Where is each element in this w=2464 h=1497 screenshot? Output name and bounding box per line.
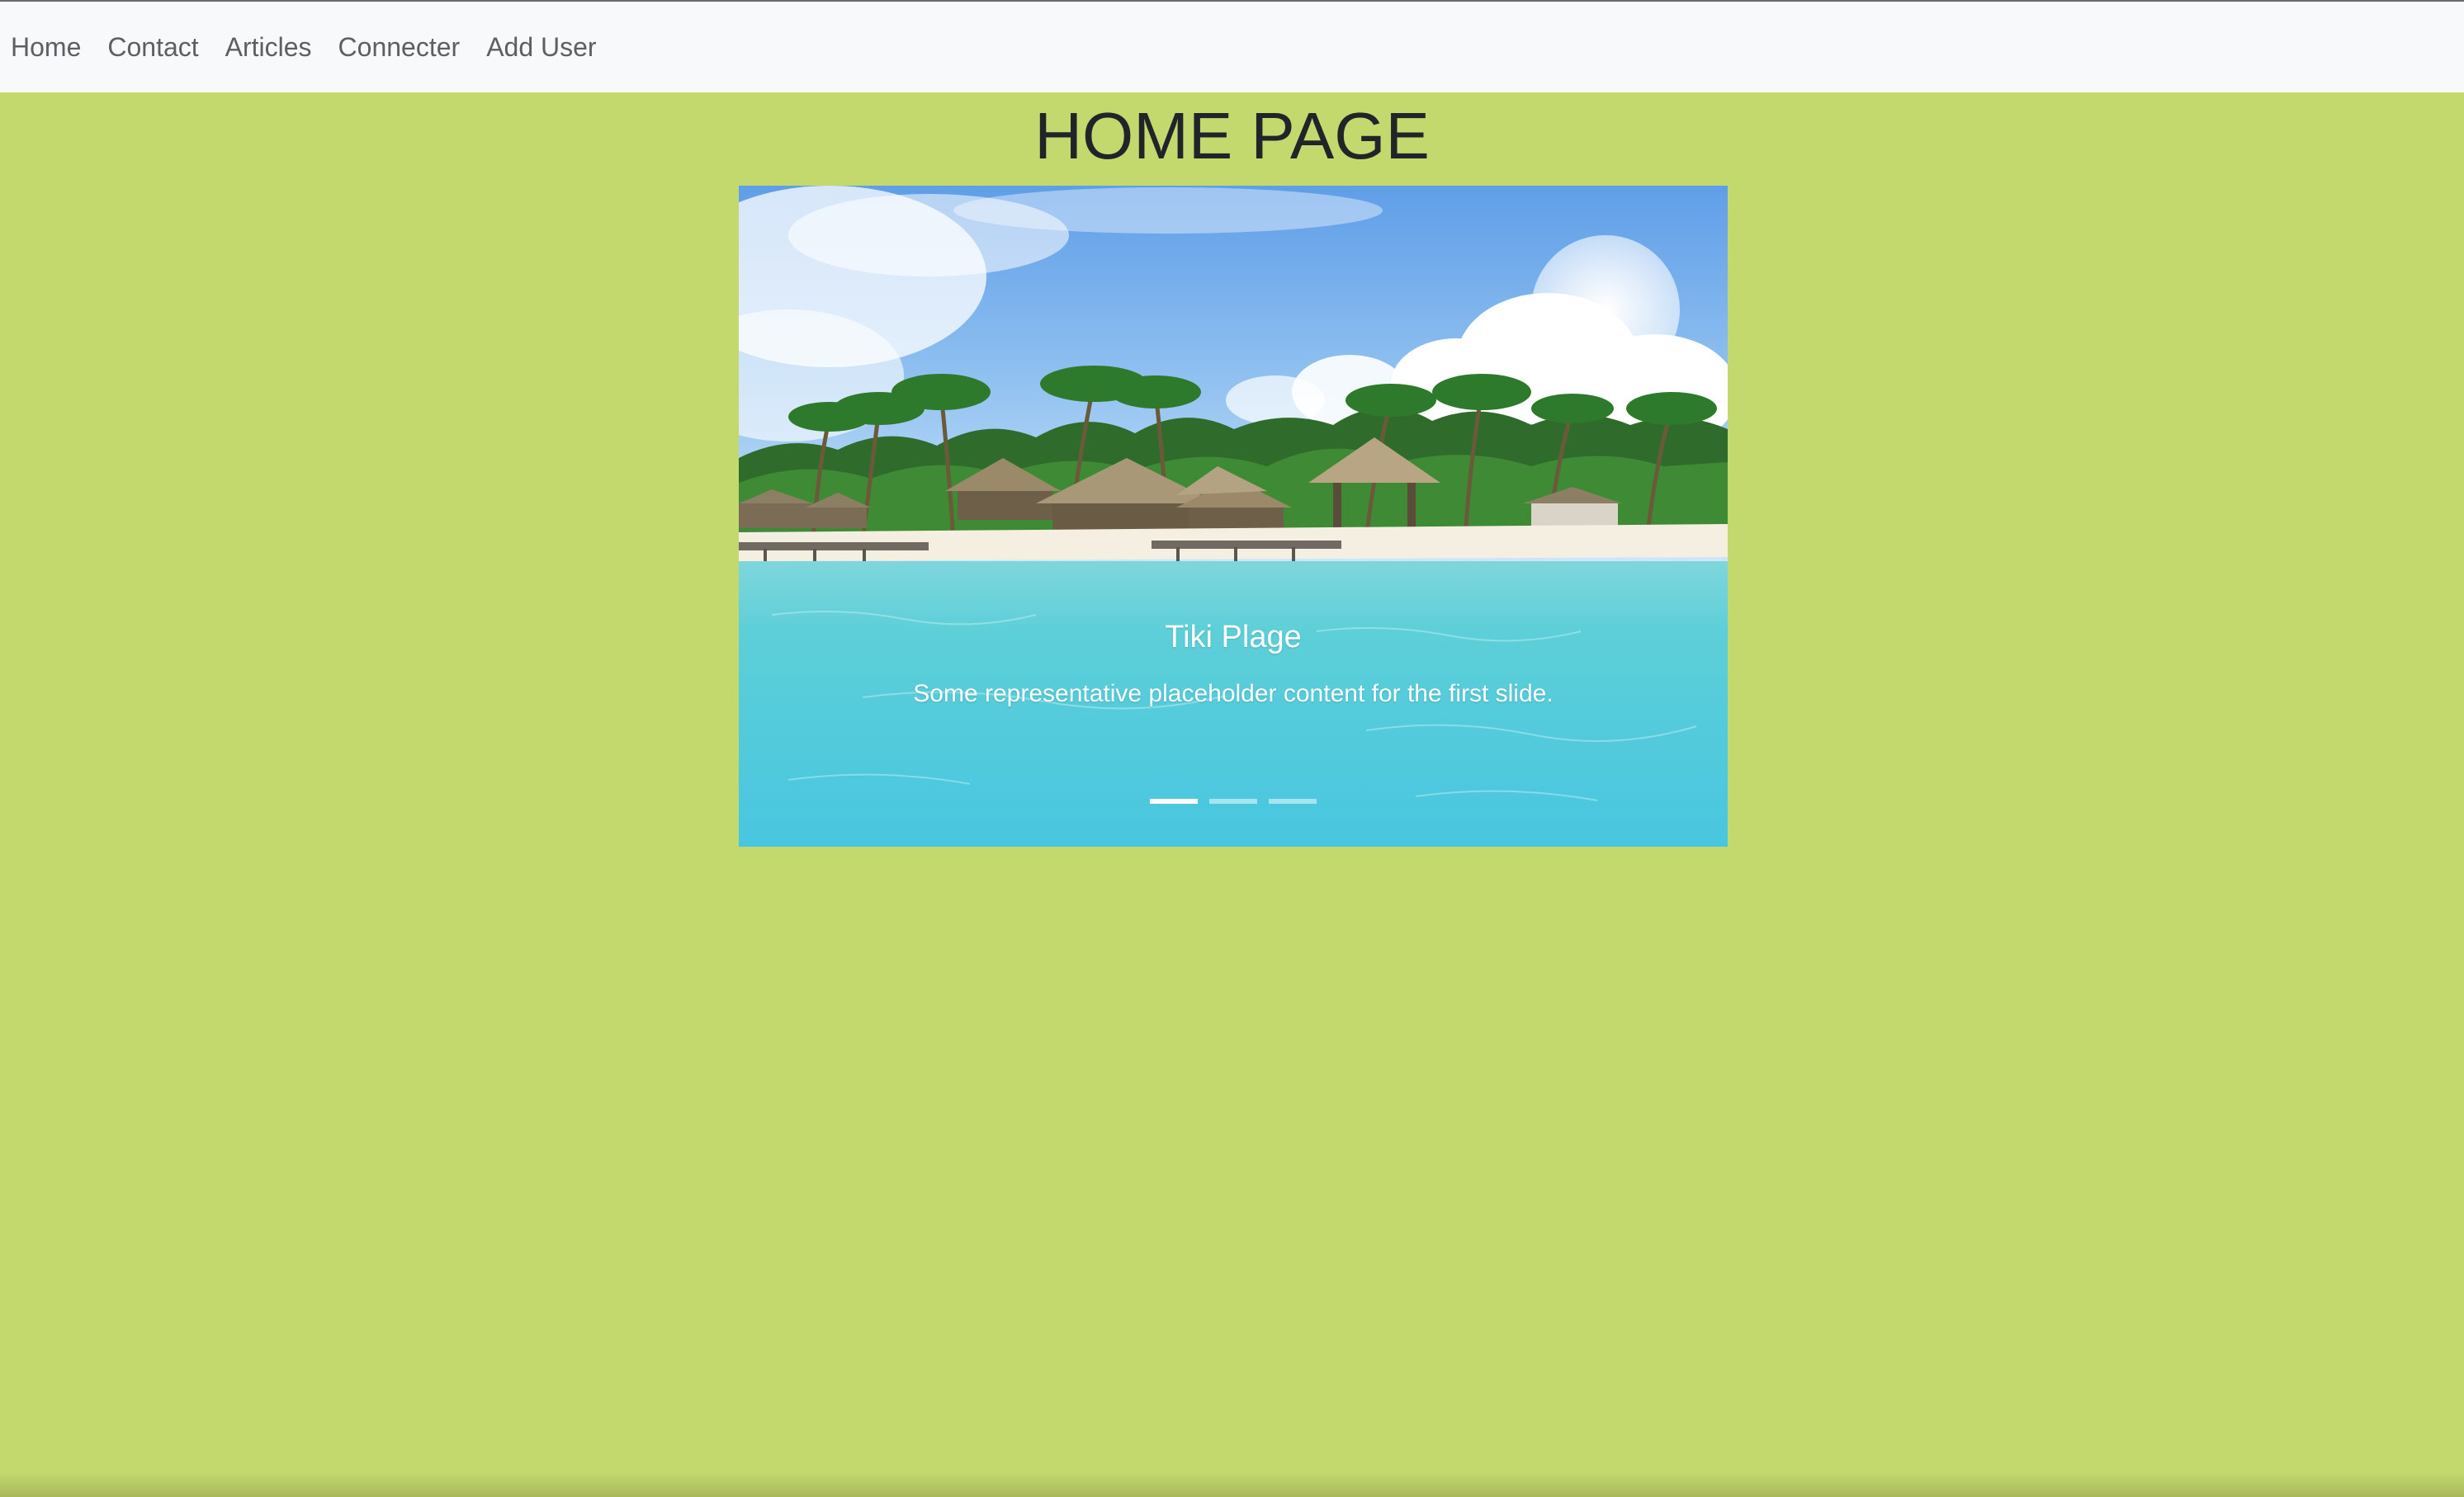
- window-bottom-edge: [0, 1472, 2464, 1497]
- nav-link-connecter[interactable]: Connecter: [338, 32, 461, 63]
- nav-link-home[interactable]: Home: [11, 32, 81, 63]
- nav-link-contact[interactable]: Contact: [107, 32, 198, 63]
- beach-resort-image: [739, 186, 1728, 847]
- carousel-indicator-1[interactable]: [1150, 799, 1198, 804]
- carousel-indicator-2[interactable]: [1209, 799, 1257, 804]
- nav-link-add-user[interactable]: Add User: [486, 32, 596, 63]
- nav-link-articles[interactable]: Articles: [225, 32, 312, 63]
- page-title: HOME PAGE: [1034, 99, 1430, 172]
- carousel-indicators: [739, 799, 1728, 804]
- image-carousel[interactable]: Tiki Plage Some representative placehold…: [739, 186, 1728, 847]
- carousel-indicator-3[interactable]: [1269, 799, 1317, 804]
- carousel-caption-title: Tiki Plage: [1165, 620, 1302, 654]
- navbar: Home Contact Articles Connecter Add User: [0, 2, 2464, 92]
- carousel-caption-text: Some representative placeholder content …: [913, 680, 1554, 707]
